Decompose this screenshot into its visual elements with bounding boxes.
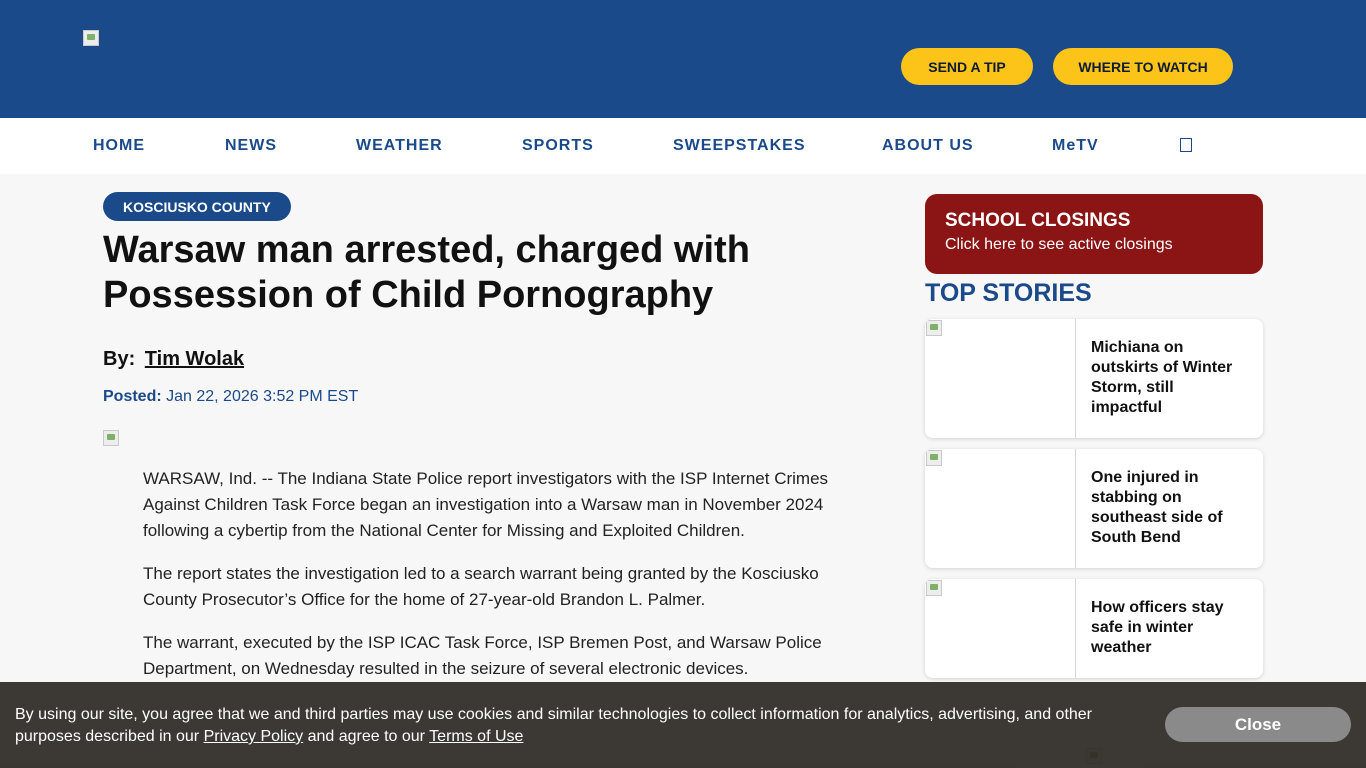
nav-item-sports[interactable]: SPORTS [522, 118, 594, 174]
story-card[interactable]: Michiana on outskirts of Winter Storm, s… [925, 319, 1263, 438]
nav-item-weather[interactable]: WEATHER [356, 118, 443, 174]
byline-label: By: [103, 348, 136, 370]
closings-title: SCHOOL CLOSINGS [945, 210, 1131, 231]
terms-of-use-link[interactable]: Terms of Use [429, 728, 523, 745]
article-paragraph: The warrant, executed by the ISP ICAC Ta… [143, 633, 822, 678]
school-closings-banner[interactable]: SCHOOL CLOSINGS Click here to see active… [925, 194, 1263, 274]
story-card[interactable]: One injured in stabbing on southeast sid… [925, 449, 1263, 568]
broken-image-icon [926, 320, 942, 336]
broken-image-icon [926, 450, 942, 466]
cookie-close-button[interactable]: Close [1165, 707, 1351, 742]
privacy-policy-link[interactable]: Privacy Policy [204, 728, 304, 745]
site-header: SEND A TIP WHERE TO WATCH [0, 0, 1366, 118]
nav-item-news[interactable]: NEWS [225, 118, 277, 174]
story-thumbnail[interactable] [925, 449, 1076, 568]
top-stories-heading: TOP STORIES [925, 279, 1092, 307]
story-title[interactable]: One injured in stabbing on southeast sid… [1091, 468, 1243, 548]
sidebar: SCHOOL CLOSINGS Click here to see active… [925, 194, 1263, 678]
article-headline: Warsaw man arrested, charged with Posses… [103, 229, 750, 316]
nav-item-about-us[interactable]: ABOUT US [882, 118, 974, 174]
article-paragraph: The report states the investigation led … [143, 564, 819, 609]
search-icon[interactable] [1180, 138, 1192, 152]
nav-item-metv[interactable]: MeTV [1052, 118, 1099, 174]
closings-subtitle: Click here to see active closings [945, 236, 1173, 253]
story-thumbnail[interactable] [925, 319, 1076, 438]
cookie-banner: By using our site, you agree that we and… [0, 682, 1366, 768]
article-paragraph: WARSAW, Ind. -- The Indiana State Police… [143, 469, 829, 540]
posted-label: Posted: [103, 388, 162, 405]
nav-item-home[interactable]: HOME [93, 118, 145, 174]
broken-image-icon[interactable] [83, 30, 99, 46]
cookie-text-intro: By using our site, you agree that we and… [15, 706, 1093, 745]
story-card[interactable]: How officers stay safe in winter weather [925, 579, 1263, 678]
cookie-text-middle: and agree to our [303, 728, 430, 745]
cookie-text: By using our site, you agree that we and… [15, 704, 1135, 748]
posted-date: Posted: Jan 22, 2026 3:52 PM EST [103, 388, 358, 406]
byline: By: Tim Wolak [103, 348, 244, 371]
broken-image-icon [926, 580, 942, 596]
author-link[interactable]: Tim Wolak [145, 348, 244, 370]
story-title[interactable]: How officers stay safe in winter weather [1091, 598, 1243, 658]
posted-timestamp: Jan 22, 2026 3:52 PM EST [166, 388, 359, 405]
send-a-tip-button[interactable]: SEND A TIP [901, 48, 1033, 85]
article-body: WARSAW, Ind. -- The Indiana State Police… [143, 466, 843, 699]
story-thumbnail[interactable] [925, 579, 1076, 678]
main-nav: HOME NEWS WEATHER SPORTS SWEEPSTAKES ABO… [0, 118, 1366, 174]
story-title[interactable]: Michiana on outskirts of Winter Storm, s… [1091, 338, 1243, 418]
nav-item-sweepstakes[interactable]: SWEEPSTAKES [673, 118, 806, 174]
article-image-icon [103, 430, 119, 446]
where-to-watch-button[interactable]: WHERE TO WATCH [1053, 48, 1233, 85]
category-badge[interactable]: KOSCIUSKO COUNTY [103, 192, 291, 221]
